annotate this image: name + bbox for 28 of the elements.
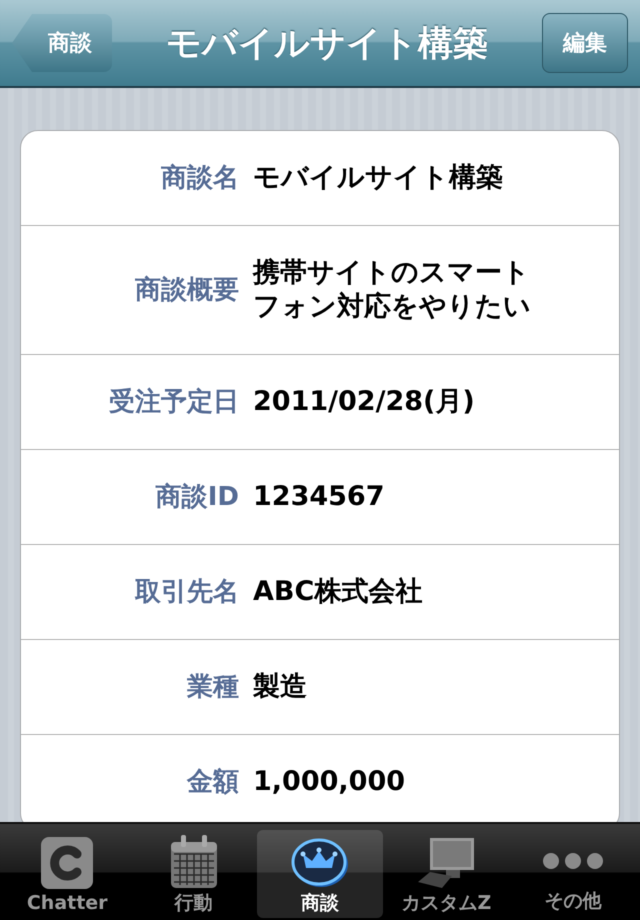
field-label: 商談ID xyxy=(154,481,240,514)
field-label: 商談概要 xyxy=(134,274,240,307)
field-value: 1234567 xyxy=(253,480,386,514)
tab-label: Chatter xyxy=(26,892,108,914)
tab[interactable]: カスタムZ xyxy=(383,830,510,918)
tab[interactable]: その他 xyxy=(510,830,636,918)
field-label: 金額 xyxy=(186,766,240,799)
field-label: 業種 xyxy=(186,671,240,704)
field-label: 取引先名 xyxy=(134,576,240,609)
field-value: モバイルサイト構築 xyxy=(253,161,504,195)
tab-label: カスタムZ xyxy=(402,891,492,916)
field-label: 商談名 xyxy=(160,162,240,195)
field-value: 1,000,000 xyxy=(253,765,406,799)
field-label: 受注予定日 xyxy=(108,386,240,419)
calendar-icon xyxy=(168,834,219,890)
more-icon xyxy=(540,851,605,871)
tab[interactable]: 行動 xyxy=(130,830,257,918)
screen-title: モバイルサイト構築 xyxy=(166,22,488,66)
tab[interactable]: 商談 xyxy=(256,830,384,918)
tab-label: その他 xyxy=(544,889,602,914)
field-value: 2011/02/28(月) xyxy=(253,385,476,419)
tab[interactable]: Chatter xyxy=(4,830,130,918)
tab-label: 商談 xyxy=(301,891,340,916)
field-value: 製造 xyxy=(253,670,308,704)
tab-label: 行動 xyxy=(174,891,213,916)
field-value: ABC株式会社 xyxy=(253,575,424,609)
field-value: 携帯サイトのスマートフォン対応をやりたい xyxy=(253,256,532,324)
chatter-icon xyxy=(39,835,96,891)
